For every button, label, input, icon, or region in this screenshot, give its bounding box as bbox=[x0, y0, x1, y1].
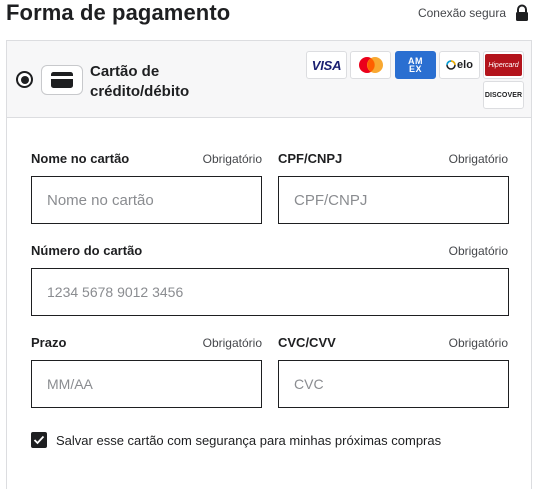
card-name-input[interactable] bbox=[31, 176, 262, 224]
option-label-line2: crédito/débito bbox=[90, 83, 190, 100]
checkmark-icon bbox=[33, 435, 45, 445]
lock-icon bbox=[514, 4, 530, 22]
elo-logo-text: elo bbox=[457, 59, 473, 71]
discover-logo-text: DISCOVER bbox=[484, 91, 523, 99]
amex-logo: AM EX bbox=[395, 51, 436, 79]
elo-logo: elo bbox=[439, 51, 480, 79]
visa-logo-text: VISA bbox=[311, 57, 342, 73]
credit-card-option-label: Cartão de crédito/débito bbox=[90, 62, 189, 102]
amex-logo-text: AM EX bbox=[408, 56, 423, 74]
card-number-input[interactable] bbox=[31, 268, 509, 316]
elo-mark-icon bbox=[446, 60, 456, 70]
credit-card-radio[interactable] bbox=[16, 71, 33, 88]
payment-panel: Cartão de crédito/débito VISA AM EX elo … bbox=[6, 40, 532, 489]
credit-card-icon bbox=[41, 65, 83, 95]
secure-connection-label: Conexão segura bbox=[417, 6, 506, 20]
mastercard-logo bbox=[350, 51, 391, 79]
expiry-label: Prazo bbox=[31, 335, 67, 350]
page-title: Forma de pagamento bbox=[6, 0, 231, 25]
hipercard-logo: Hipercard bbox=[483, 51, 524, 79]
visa-logo: VISA bbox=[306, 51, 347, 79]
card-number-label: Número do cartão bbox=[31, 243, 143, 258]
cvc-required: Obrigatório bbox=[448, 336, 508, 350]
save-card-label: Salvar esse cartão com segurança para mi… bbox=[56, 432, 442, 448]
cpf-label: CPF/CNPJ bbox=[278, 151, 343, 166]
cvc-input[interactable] bbox=[278, 360, 509, 408]
cpf-required: Obrigatório bbox=[448, 152, 508, 166]
payment-option-credit-card[interactable]: Cartão de crédito/débito VISA AM EX elo … bbox=[7, 41, 531, 118]
expiry-input[interactable] bbox=[31, 360, 262, 408]
discover-logo: DISCOVER bbox=[483, 81, 524, 109]
hipercard-logo-text: Hipercard bbox=[488, 61, 519, 69]
option-label-line1: Cartão de bbox=[90, 63, 160, 80]
expiry-required: Obrigatório bbox=[202, 336, 262, 350]
save-card-option[interactable]: Salvar esse cartão com segurança para mi… bbox=[31, 432, 441, 448]
secure-connection: Conexão segura bbox=[418, 4, 530, 22]
card-number-required: Obrigatório bbox=[448, 244, 508, 258]
card-name-label: Nome no cartão bbox=[31, 151, 130, 166]
cvc-label: CVC/CVV bbox=[278, 335, 336, 350]
card-name-required: Obrigatório bbox=[202, 152, 262, 166]
save-card-checkbox[interactable] bbox=[31, 432, 47, 448]
cpf-input[interactable] bbox=[278, 176, 509, 224]
